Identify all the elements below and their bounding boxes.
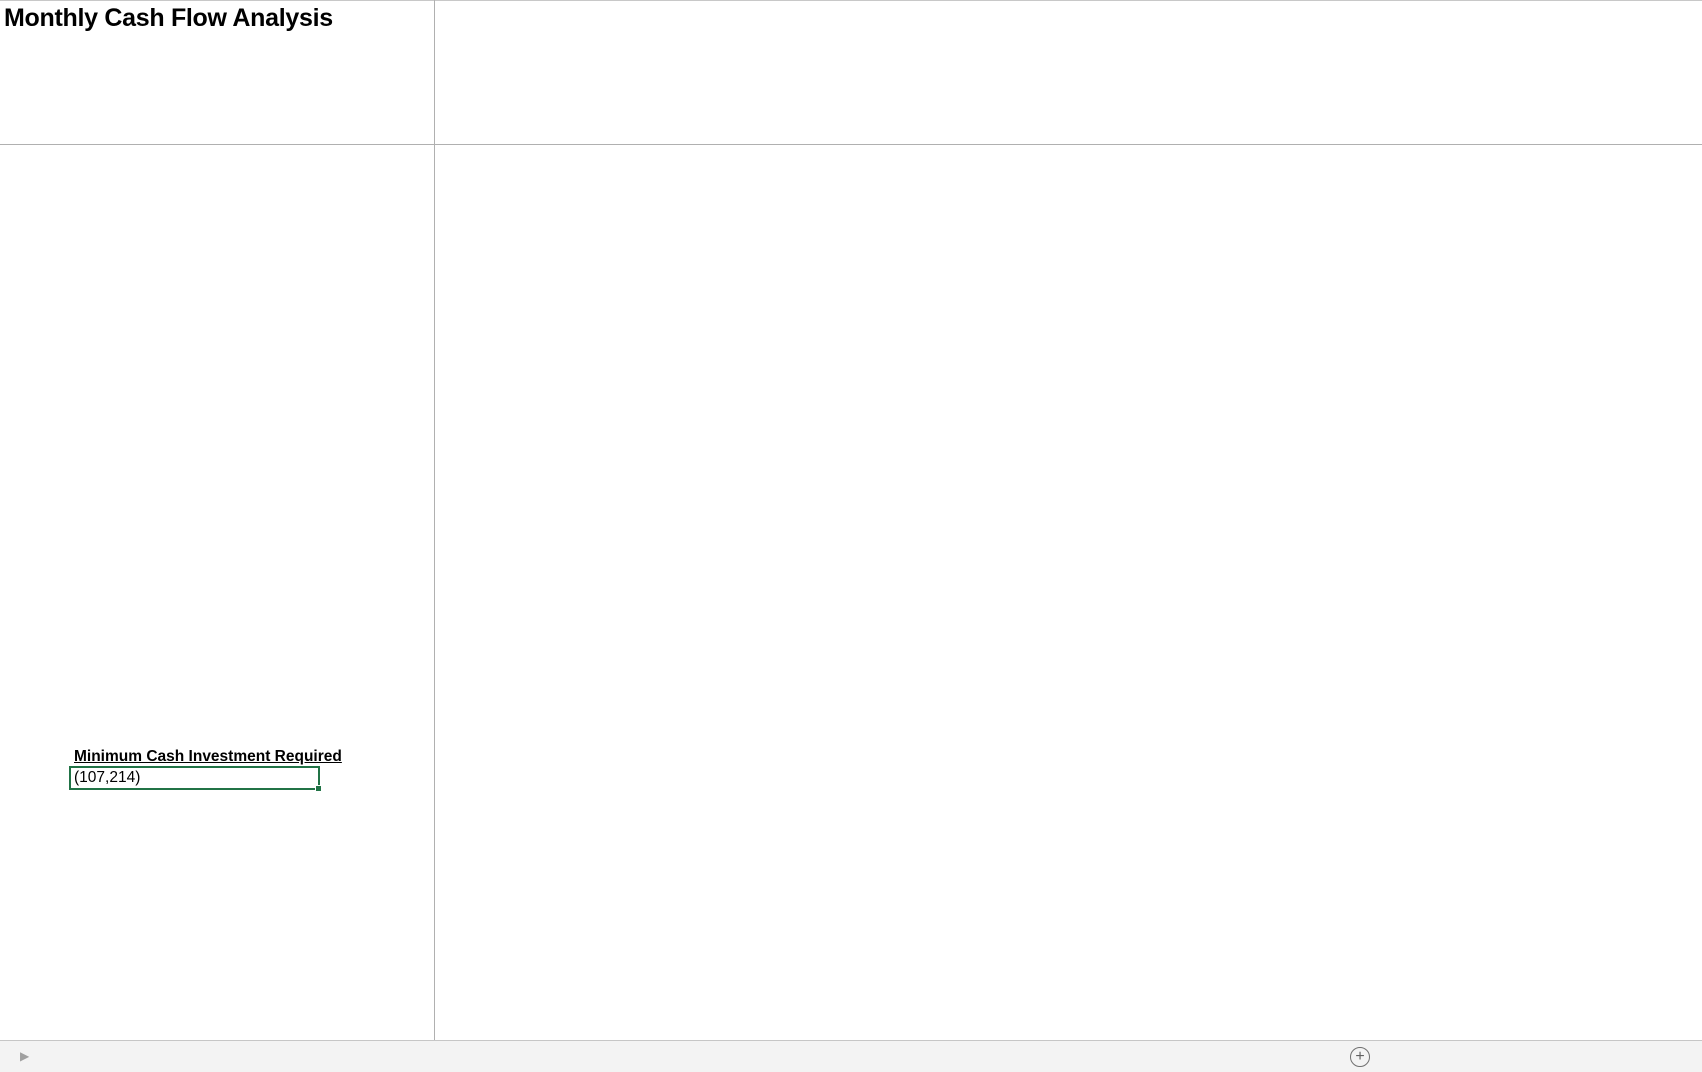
min-cash-label: Minimum Cash Investment Required	[74, 748, 342, 765]
spreadsheet-grid[interactable]: Monthly Cash Flow Analysis Minimum Cash …	[0, 0, 1702, 1040]
page-title: Monthly Cash Flow Analysis	[4, 4, 333, 32]
sheet-tab-bar: ▶ +	[0, 1040, 1702, 1072]
freeze-pane-horizontal	[0, 144, 1702, 145]
scroll-tabs-icon[interactable]: ▶	[20, 1049, 29, 1063]
top-border	[0, 0, 1702, 1]
freeze-pane-vertical	[434, 0, 435, 1040]
min-cash-cell-selected[interactable]: (107,214)	[69, 766, 322, 792]
add-sheet-icon[interactable]: +	[1350, 1047, 1370, 1067]
